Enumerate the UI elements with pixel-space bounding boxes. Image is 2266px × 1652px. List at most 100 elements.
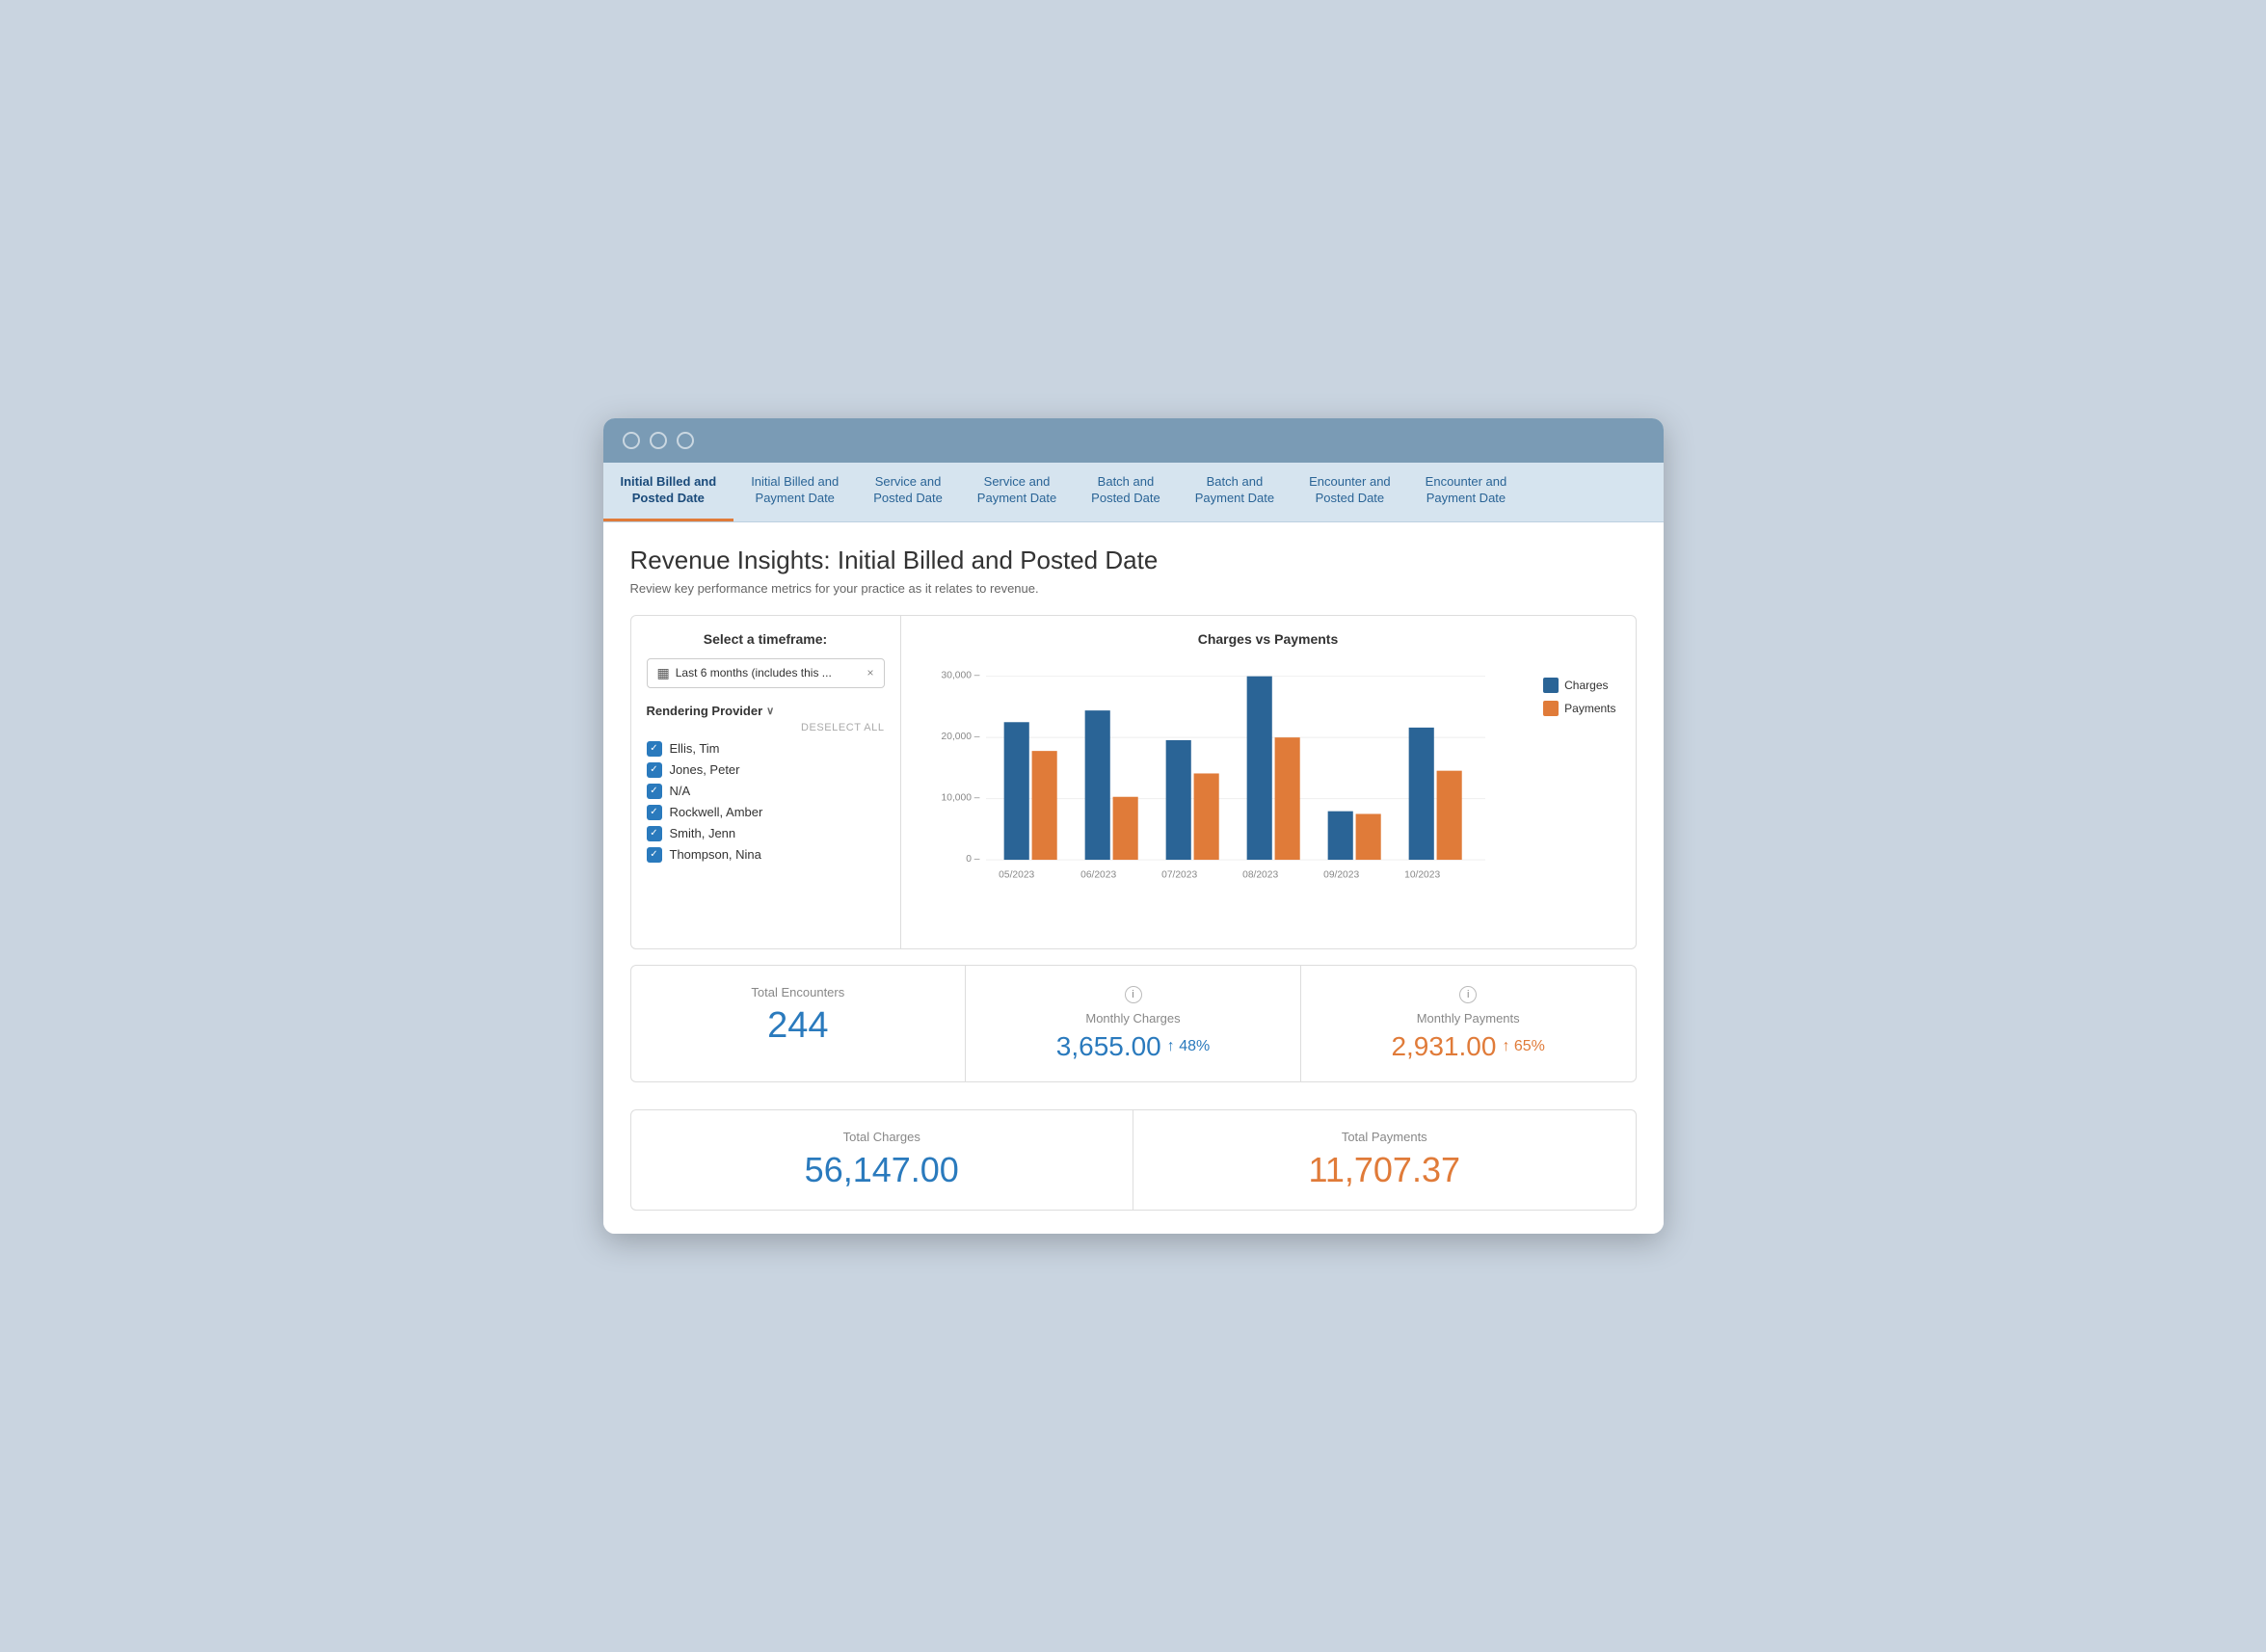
- tab-initial-billed-posted[interactable]: Initial Billed andPosted Date: [603, 463, 734, 521]
- provider-item-rockwell[interactable]: ✓ Rockwell, Amber: [647, 805, 885, 820]
- total-charges-card: Total Charges 56,147.00: [631, 1110, 1134, 1210]
- traffic-light-1[interactable]: [623, 432, 640, 449]
- monthly-payments-label: Monthly Payments: [1320, 1011, 1616, 1026]
- provider-label: Rendering Provider: [647, 704, 763, 718]
- provider-list: ✓ Ellis, Tim ✓ Jones, Peter ✓ N/A ✓ Rock…: [647, 741, 885, 863]
- bar-payments-2: [1193, 773, 1218, 860]
- provider-name-jones: Jones, Peter: [670, 762, 740, 777]
- svg-text:08/2023: 08/2023: [1242, 870, 1278, 881]
- monthly-payments-value: 2,931.00: [1391, 1031, 1496, 1062]
- timeframe-clear-button[interactable]: ×: [866, 666, 873, 679]
- provider-item-jones[interactable]: ✓ Jones, Peter: [647, 762, 885, 778]
- monthly-charges-change: ↑ 48%: [1167, 1038, 1210, 1055]
- deselect-all-button[interactable]: DESELECT ALL: [647, 722, 885, 733]
- provider-name-thompson: Thompson, Nina: [670, 847, 761, 862]
- monthly-charges-value: 3,655.00: [1056, 1031, 1161, 1062]
- provider-item-na[interactable]: ✓ N/A: [647, 784, 885, 799]
- provider-item-thompson[interactable]: ✓ Thompson, Nina: [647, 847, 885, 863]
- title-bar: [603, 418, 1664, 463]
- provider-header[interactable]: Rendering Provider ∨: [647, 704, 885, 718]
- bar-payments-0: [1031, 751, 1056, 860]
- provider-item-smith[interactable]: ✓ Smith, Jenn: [647, 826, 885, 841]
- timeframe-value: Last 6 months (includes this ...: [676, 666, 862, 679]
- bar-charges-5: [1408, 728, 1433, 860]
- info-icon-charges[interactable]: i: [1125, 986, 1142, 1003]
- timeframe-select[interactable]: ▦ Last 6 months (includes this ... ×: [647, 658, 885, 688]
- top-section: Select a timeframe: ▦ Last 6 months (inc…: [630, 615, 1637, 949]
- bar-payments-3: [1274, 737, 1299, 860]
- legend-charges: Charges: [1543, 678, 1615, 693]
- provider-name-na: N/A: [670, 784, 691, 798]
- provider-checkbox-thompson[interactable]: ✓: [647, 847, 662, 863]
- checkmark-icon: ✓: [650, 764, 657, 775]
- tab-batch-posted[interactable]: Batch andPosted Date: [1074, 463, 1178, 521]
- totals-row: Total Charges 56,147.00 Total Payments 1…: [630, 1109, 1637, 1211]
- provider-checkbox-smith[interactable]: ✓: [647, 826, 662, 841]
- total-encounters-value: 244: [651, 1005, 946, 1047]
- stats-row: Total Encounters 244 i Monthly Charges 3…: [630, 965, 1637, 1082]
- chart-panel: Charges vs Payments 30,000 – 20,000 – 10…: [901, 616, 1636, 948]
- bar-charges-2: [1165, 740, 1190, 860]
- tab-batch-payment[interactable]: Batch andPayment Date: [1178, 463, 1292, 521]
- tab-service-payment[interactable]: Service andPayment Date: [960, 463, 1074, 521]
- svg-text:0 –: 0 –: [966, 854, 980, 865]
- monthly-charges-label: Monthly Charges: [985, 1011, 1281, 1026]
- bar-charges-3: [1246, 677, 1271, 860]
- calendar-icon: ▦: [657, 665, 670, 681]
- filter-panel: Select a timeframe: ▦ Last 6 months (inc…: [631, 616, 901, 948]
- provider-checkbox-rockwell[interactable]: ✓: [647, 805, 662, 820]
- tab-service-posted[interactable]: Service andPosted Date: [856, 463, 960, 521]
- chart-area: 30,000 – 20,000 – 10,000 – 0 –: [920, 658, 1616, 933]
- monthly-payments-row: 2,931.00 ↑ 65%: [1320, 1031, 1616, 1062]
- stat-monthly-charges: i Monthly Charges 3,655.00 ↑ 48%: [966, 966, 1301, 1081]
- svg-text:05/2023: 05/2023: [999, 870, 1034, 881]
- svg-text:10/2023: 10/2023: [1404, 870, 1440, 881]
- provider-item-ellis[interactable]: ✓ Ellis, Tim: [647, 741, 885, 757]
- total-encounters-label: Total Encounters: [651, 985, 946, 999]
- traffic-light-3[interactable]: [677, 432, 694, 449]
- bar-payments-1: [1112, 797, 1137, 860]
- legend-charges-color: [1543, 678, 1559, 693]
- monthly-payments-change: ↑ 65%: [1502, 1038, 1544, 1055]
- filter-label: Select a timeframe:: [647, 631, 885, 647]
- provider-name-ellis: Ellis, Tim: [670, 741, 720, 756]
- stat-total-encounters: Total Encounters 244: [631, 966, 967, 1081]
- traffic-light-2[interactable]: [650, 432, 667, 449]
- checkmark-icon: ✓: [650, 849, 657, 860]
- legend-charges-label: Charges: [1564, 679, 1608, 692]
- legend-payments: Payments: [1543, 701, 1615, 716]
- tab-initial-billed-payment[interactable]: Initial Billed andPayment Date: [733, 463, 856, 521]
- app-window: Initial Billed andPosted Date Initial Bi…: [603, 418, 1664, 1234]
- charges-payments-chart: 30,000 – 20,000 – 10,000 – 0 –: [920, 658, 1529, 928]
- provider-chevron-icon: ∨: [766, 705, 774, 717]
- tab-encounter-payment[interactable]: Encounter andPayment Date: [1408, 463, 1525, 521]
- bar-charges-4: [1327, 812, 1352, 860]
- legend-payments-label: Payments: [1564, 702, 1615, 715]
- provider-checkbox-ellis[interactable]: ✓: [647, 741, 662, 757]
- bar-charges-1: [1084, 710, 1109, 860]
- tabs-bar: Initial Billed andPosted Date Initial Bi…: [603, 463, 1664, 522]
- chart-svg-wrap: 30,000 – 20,000 – 10,000 – 0 –: [920, 658, 1529, 933]
- svg-text:20,000 –: 20,000 –: [941, 732, 979, 742]
- bar-charges-0: [1003, 722, 1028, 860]
- total-payments-label: Total Payments: [1153, 1130, 1616, 1144]
- provider-name-rockwell: Rockwell, Amber: [670, 805, 763, 819]
- stat-monthly-payments: i Monthly Payments 2,931.00 ↑ 65%: [1301, 966, 1636, 1081]
- provider-checkbox-na[interactable]: ✓: [647, 784, 662, 799]
- bar-payments-5: [1436, 771, 1461, 860]
- info-icon-payments[interactable]: i: [1459, 986, 1477, 1003]
- main-content: Revenue Insights: Initial Billed and Pos…: [603, 522, 1664, 1234]
- tab-encounter-posted[interactable]: Encounter andPosted Date: [1292, 463, 1408, 521]
- chart-title: Charges vs Payments: [920, 631, 1616, 647]
- provider-name-smith: Smith, Jenn: [670, 826, 736, 840]
- total-charges-value: 56,147.00: [651, 1150, 1114, 1190]
- monthly-charges-row: 3,655.00 ↑ 48%: [985, 1031, 1281, 1062]
- checkmark-icon: ✓: [650, 828, 657, 839]
- provider-checkbox-jones[interactable]: ✓: [647, 762, 662, 778]
- page-title: Revenue Insights: Initial Billed and Pos…: [630, 546, 1637, 575]
- total-payments-value: 11,707.37: [1153, 1150, 1616, 1190]
- svg-text:10,000 –: 10,000 –: [941, 792, 979, 803]
- svg-text:09/2023: 09/2023: [1323, 870, 1359, 881]
- legend-payments-color: [1543, 701, 1559, 716]
- svg-text:06/2023: 06/2023: [1080, 870, 1116, 881]
